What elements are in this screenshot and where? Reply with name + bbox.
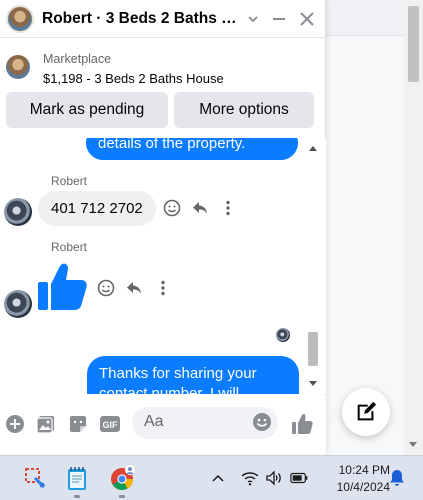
plus-circle-icon[interactable] — [4, 413, 26, 435]
chat-scrollbar-thumb[interactable] — [308, 332, 318, 366]
taskbar: 10:24 PM 10/4/2024 — [0, 455, 423, 500]
running-indicator — [74, 495, 80, 498]
wifi-icon[interactable] — [241, 469, 259, 487]
reply-icon[interactable] — [190, 198, 210, 218]
more-options-button[interactable]: More options — [174, 92, 314, 128]
marketplace-listing[interactable]: Marketplace $1,198 - 3 Beds 2 Baths Hous… — [0, 46, 326, 90]
incoming-message[interactable]: 401 712 2702 — [38, 191, 156, 226]
chrome-icon[interactable] — [108, 463, 138, 493]
chat-title[interactable]: Robert · 3 Beds 2 Baths Ho... — [42, 10, 238, 28]
mark-as-pending-button[interactable]: Mark as pending — [6, 92, 168, 128]
chat-header[interactable]: Robert · 3 Beds 2 Baths Ho... — [0, 0, 326, 38]
emoji-icon[interactable] — [252, 412, 272, 437]
clock-date: 10/4/2024 — [336, 480, 390, 494]
gif-icon[interactable]: GIF — [99, 413, 121, 435]
message-input[interactable]: Aa — [132, 407, 278, 439]
smiley-react-icon[interactable] — [96, 278, 116, 298]
listing-title[interactable]: $1,198 - 3 Beds 2 Baths House — [43, 71, 224, 86]
contact-avatar[interactable] — [6, 4, 34, 33]
page-scroll-down-arrow[interactable] — [409, 442, 417, 447]
sender-name: Robert — [51, 174, 88, 188]
chat-scrollbar[interactable] — [306, 140, 320, 392]
chat-scroll-down-arrow[interactable] — [309, 381, 317, 386]
sender-name: Robert — [51, 240, 88, 254]
outgoing-message[interactable]: Thanks for sharing your contact number, … — [87, 356, 299, 394]
chat-scroll-up-arrow[interactable] — [309, 146, 317, 151]
battery-icon[interactable] — [290, 469, 308, 487]
page-scrollbar-thumb[interactable] — [408, 6, 419, 82]
outgoing-message-text: details of the property. — [98, 138, 246, 152]
chat-window: Robert · 3 Beds 2 Baths Ho... Marketplac… — [0, 0, 326, 455]
notepad-icon[interactable] — [62, 463, 92, 493]
new-message-button[interactable] — [342, 388, 390, 436]
message-input-placeholder: Aa — [144, 413, 164, 430]
photo-icon[interactable] — [35, 413, 57, 435]
outgoing-message: details of the property. — [86, 138, 298, 160]
page-scrollbar[interactable] — [404, 0, 423, 455]
notification-bell-icon[interactable] — [388, 469, 406, 487]
reply-icon[interactable] — [124, 278, 144, 298]
message-list[interactable]: details of the property. Robert 401 712 … — [0, 138, 326, 394]
smiley-react-icon[interactable] — [162, 198, 182, 218]
close-icon[interactable] — [297, 9, 317, 29]
sender-avatar[interactable] — [4, 198, 32, 226]
sender-avatar[interactable] — [4, 290, 32, 318]
thumbs-up-sticker[interactable] — [36, 260, 88, 312]
more-dots-icon[interactable] — [218, 198, 238, 218]
chevron-down-icon[interactable] — [243, 9, 263, 29]
composer-bar: GIF Aa — [0, 396, 326, 454]
svg-text:GIF: GIF — [103, 420, 119, 430]
chevron-up-icon[interactable] — [209, 469, 227, 487]
marketplace-label: Marketplace — [43, 52, 112, 66]
clock-time: 10:24 PM — [338, 463, 390, 477]
minimize-icon[interactable] — [269, 9, 289, 29]
seen-receipt-avatar — [276, 328, 290, 342]
system-clock[interactable]: 10:24 PM 10/4/2024 — [318, 462, 390, 496]
compose-icon — [357, 401, 377, 421]
volume-icon[interactable] — [265, 469, 283, 487]
running-indicator — [119, 495, 125, 498]
more-dots-icon[interactable] — [153, 278, 173, 298]
thumbs-up-send-icon[interactable] — [291, 413, 313, 435]
outgoing-message-line: Thanks for sharing your — [99, 365, 257, 382]
sticker-icon[interactable] — [67, 413, 89, 435]
outgoing-message-line: contact number, I will — [99, 385, 240, 394]
listing-thumbnail[interactable] — [6, 55, 30, 79]
snipping-tool-icon[interactable] — [20, 463, 50, 493]
